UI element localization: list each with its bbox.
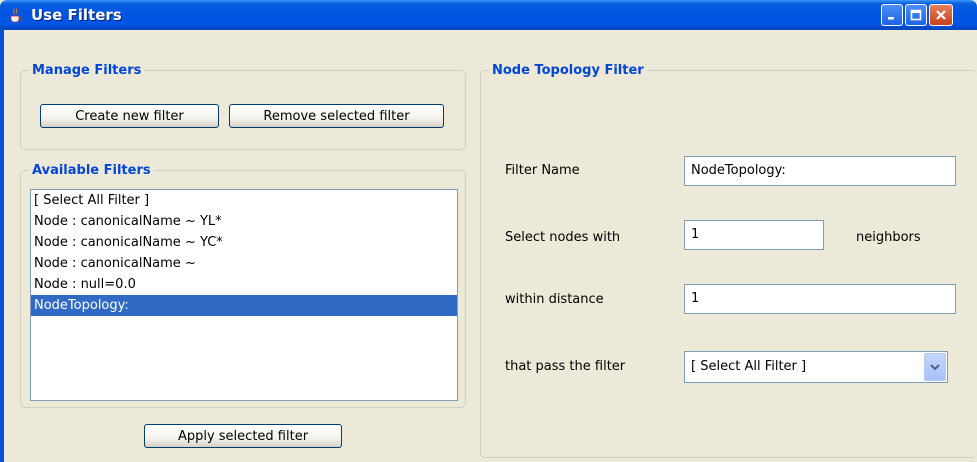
java-cup-icon <box>8 7 24 23</box>
close-button[interactable] <box>929 4 953 26</box>
remove-filter-button[interactable]: Remove selected filter <box>229 104 444 128</box>
list-item[interactable]: Node : canonicalName ~ <box>31 253 457 274</box>
maximize-icon <box>910 9 922 21</box>
list-item-selected[interactable]: NodeTopology: <box>31 295 457 316</box>
list-item[interactable]: Node : canonicalName ~ YL* <box>31 211 457 232</box>
neighbors-count-field[interactable]: 1 <box>684 220 824 250</box>
window-frame <box>0 30 4 462</box>
chevron-down-icon <box>930 364 940 371</box>
neighbors-label: neighbors <box>856 230 921 245</box>
manage-filters-title: Manage Filters <box>29 63 145 78</box>
node-topology-group: Node Topology Filter <box>480 63 977 458</box>
filter-name-field[interactable]: NodeTopology: <box>684 156 956 186</box>
title-bar[interactable]: Use Filters <box>0 0 977 30</box>
pass-filter-value: [ Select All Filter ] <box>691 359 807 374</box>
pass-filter-label: that pass the filter <box>505 359 626 374</box>
list-item[interactable]: [ Select All Filter ] <box>31 190 457 211</box>
minimize-button[interactable] <box>881 4 903 26</box>
pass-filter-select[interactable]: [ Select All Filter ] <box>684 351 948 383</box>
apply-filter-button[interactable]: Apply selected filter <box>144 424 342 448</box>
dropdown-button[interactable] <box>924 353 946 381</box>
available-filters-list[interactable]: [ Select All Filter ] Node : canonicalNa… <box>30 189 458 401</box>
list-item[interactable]: Node : null=0.0 <box>31 274 457 295</box>
filter-name-label: Filter Name <box>505 163 580 178</box>
use-filters-window: Use Filters Manage Filters Create new fi… <box>0 0 977 462</box>
available-filters-title: Available Filters <box>29 163 154 178</box>
within-distance-label: within distance <box>505 292 604 307</box>
maximize-button[interactable] <box>905 4 927 26</box>
minimize-icon <box>888 17 894 20</box>
distance-field[interactable]: 1 <box>684 284 956 314</box>
select-nodes-label: Select nodes with <box>505 230 621 245</box>
create-filter-button[interactable]: Create new filter <box>40 104 219 128</box>
window-title: Use Filters <box>31 6 122 24</box>
close-icon <box>936 10 946 20</box>
list-item[interactable]: Node : canonicalName ~ YC* <box>31 232 457 253</box>
node-topology-title: Node Topology Filter <box>489 63 647 78</box>
